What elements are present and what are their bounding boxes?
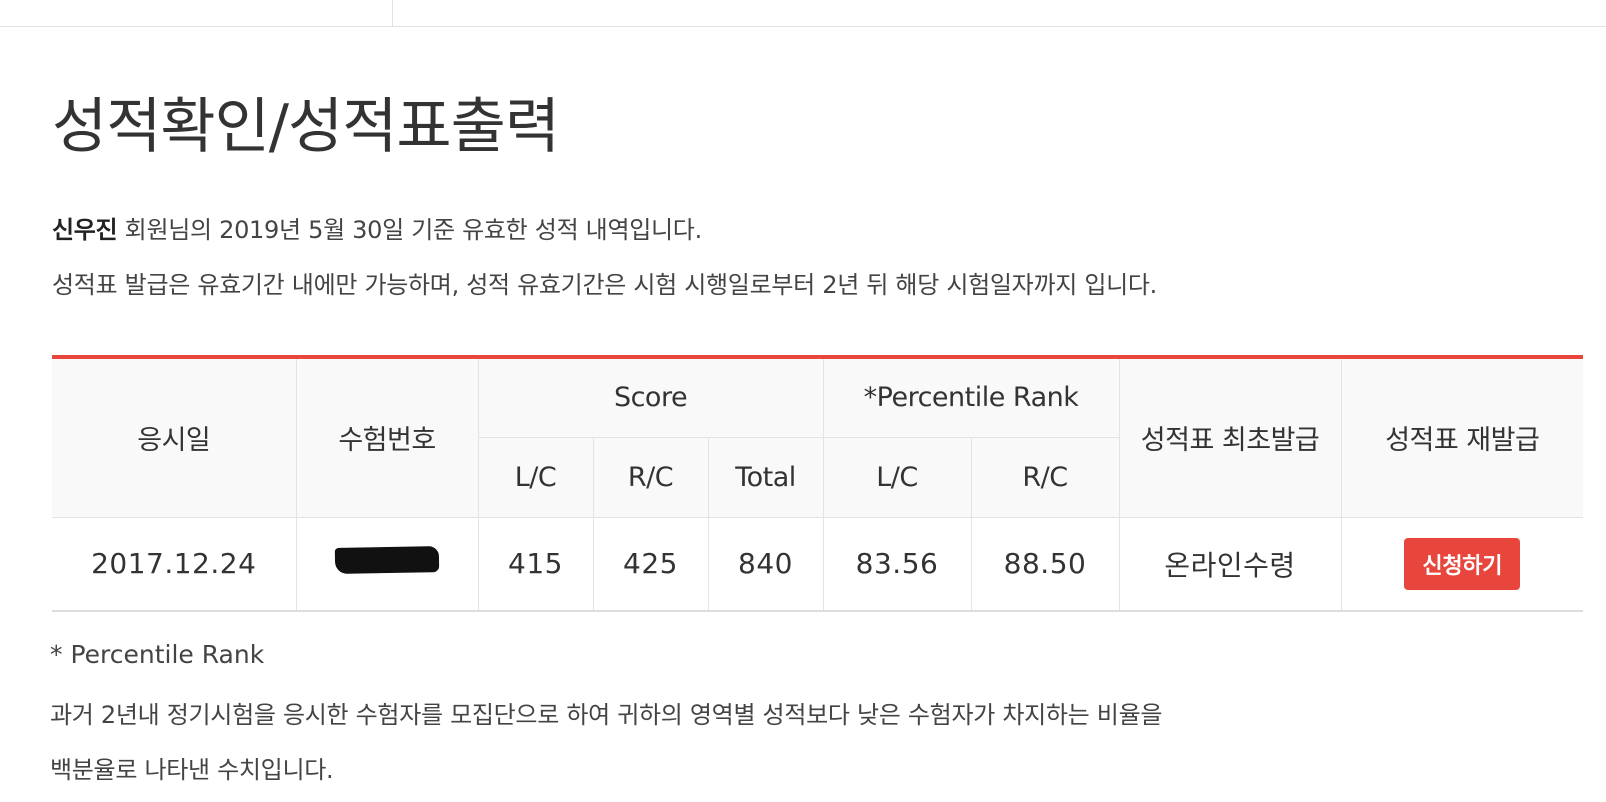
reissue-apply-button[interactable]: 신청하기 xyxy=(1404,537,1521,590)
cell-pr-lc: 83.56 xyxy=(822,516,972,612)
header-score-lc: L/C xyxy=(478,436,594,518)
top-navigation-bar xyxy=(0,0,1606,27)
header-first-issue: 성적표 최초발급 xyxy=(1118,357,1342,518)
cell-first-issue: 온라인수령 xyxy=(1118,516,1342,612)
header-exam-number: 수험번호 xyxy=(295,357,479,518)
cell-score-lc: 415 xyxy=(477,516,594,612)
score-table: 응시일 수험번호 Score *Percentile Rank 성적표 최초발급… xyxy=(52,355,1584,612)
cell-pr-rc: 88.50 xyxy=(970,516,1120,612)
table-row: 2017.12.24 415 425 840 83.56 88.50 온라인수령… xyxy=(52,516,1584,612)
header-pr-rc: R/C xyxy=(970,436,1120,518)
header-exam-date: 응시일 xyxy=(52,357,297,518)
note-title: * Percentile Rank xyxy=(50,640,265,669)
note-line-2: 백분율로 나타낸 수치입니다. xyxy=(50,756,334,784)
header-pr-lc: L/C xyxy=(822,436,972,518)
header-score-rc: R/C xyxy=(592,436,709,518)
cell-score-total: 840 xyxy=(707,516,824,612)
intro-line-1: 신우진 회원님의 2019년 5월 30일 기준 유효한 성적 내역입니다. xyxy=(52,210,702,245)
header-score-total: Total xyxy=(707,436,824,518)
note-line-1: 과거 2년내 정기시험을 응시한 수험자를 모집단으로 하여 귀하의 영역별 성… xyxy=(50,701,1163,729)
page-title: 성적확인/성적표출력 xyxy=(52,92,560,162)
member-name: 신우진 xyxy=(52,216,118,244)
cell-exam-number xyxy=(295,516,479,612)
redacted-exam-number xyxy=(334,546,440,575)
intro-line-2: 성적표 발급은 유효기간 내에만 가능하며, 성적 유효기간은 시험 시행일로부… xyxy=(52,271,1158,299)
intro-line-1-text: 회원님의 2019년 5월 30일 기준 유효한 성적 내역입니다. xyxy=(117,216,703,244)
top-bar-divider xyxy=(392,0,393,26)
cell-exam-date: 2017.12.24 xyxy=(52,516,297,612)
cell-reissue: 신청하기 xyxy=(1340,516,1584,612)
header-percentile-rank: *Percentile Rank xyxy=(822,357,1120,438)
header-reissue: 성적표 재발급 xyxy=(1340,357,1584,518)
cell-score-rc: 425 xyxy=(592,516,709,612)
header-score: Score xyxy=(477,357,824,438)
